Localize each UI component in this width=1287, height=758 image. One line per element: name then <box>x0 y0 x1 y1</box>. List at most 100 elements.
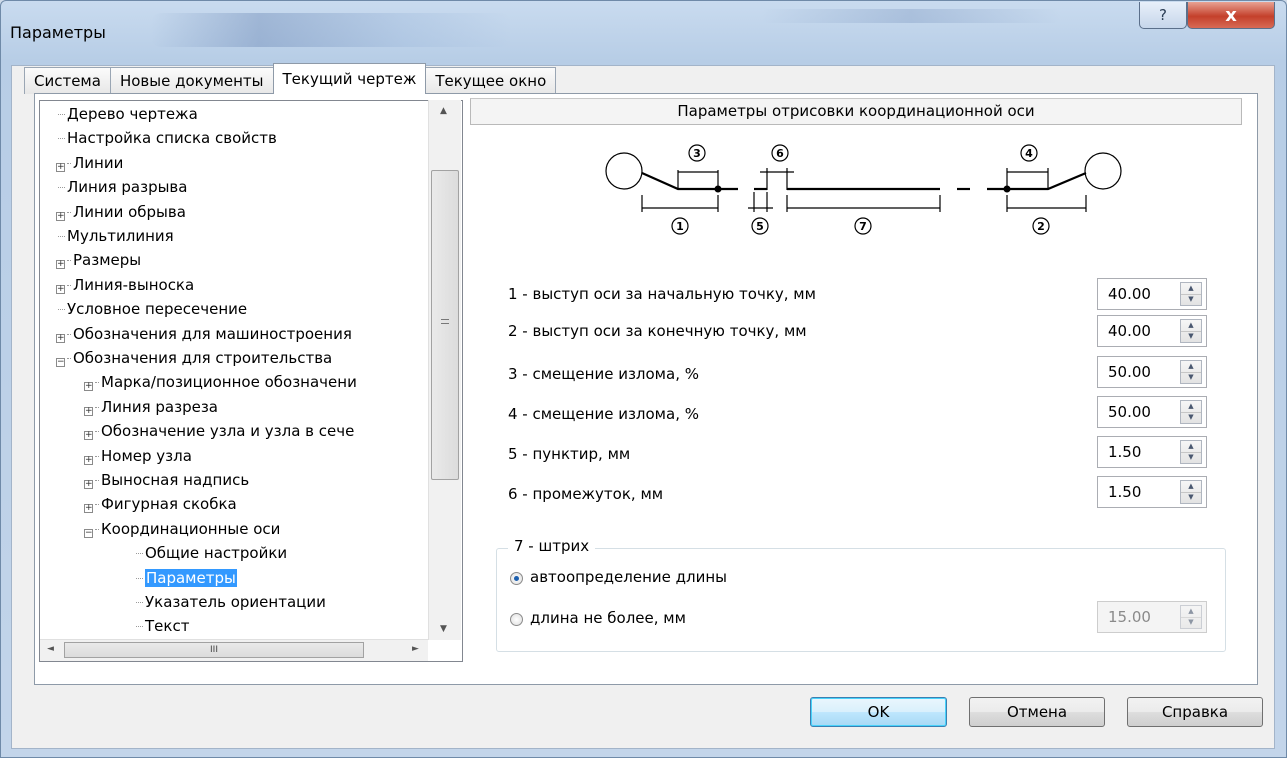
param-spinner-dash[interactable]: 1.50 ▲ ▼ <box>1097 436 1207 468</box>
spin-down-icon[interactable]: ▼ <box>1181 294 1201 305</box>
expand-icon[interactable]: + <box>56 211 65 221</box>
tree-item-label[interactable]: Размеры <box>73 251 141 269</box>
tree-item-label[interactable]: Общие настройки <box>145 544 287 562</box>
help-title-button[interactable]: ? <box>1139 2 1187 29</box>
tree-item-label[interactable]: Обозначения для машиностроения <box>73 325 352 343</box>
tree-item-label[interactable]: Мультилиния <box>67 227 174 245</box>
tree-item[interactable]: − Координационные оси <box>84 517 280 541</box>
radio-max-length-label[interactable]: длина не более, мм <box>530 609 686 627</box>
tree-item[interactable]: − Обозначения для строительства <box>56 346 332 370</box>
tree-item-label[interactable]: Линии обрыва <box>73 203 186 221</box>
expand-icon[interactable]: + <box>56 162 65 172</box>
tree-item-label[interactable]: Марка/позиционное обозначени <box>101 373 357 391</box>
tree-item[interactable]: + Линии обрыва <box>56 200 186 224</box>
param-spinner-gap[interactable]: 1.50 ▲ ▼ <box>1097 476 1207 508</box>
tree-item[interactable]: + Линия-выноска <box>56 273 194 297</box>
expand-icon[interactable]: + <box>84 455 93 465</box>
spin-down-icon[interactable]: ▼ <box>1181 492 1201 503</box>
tab-new-documents[interactable]: Новые документы <box>109 67 274 94</box>
tree-horizontal-scrollbar[interactable]: ◄ III ► <box>40 639 428 661</box>
settings-tree[interactable]: Дерево чертежа Настройка списка свойств + Л… <box>39 100 463 662</box>
tree-item-label[interactable]: Обозначение узла и узла в сече <box>101 422 354 440</box>
param-spinner-start-offset[interactable]: 40.00 ▲ ▼ <box>1097 278 1207 310</box>
tree-item-label[interactable]: Дерево чертежа <box>67 105 198 123</box>
tree-item-label[interactable]: Настройка списка свойств <box>67 129 277 147</box>
tree-item-label[interactable]: Условное пересечение <box>67 300 247 318</box>
expand-icon[interactable]: + <box>84 382 93 392</box>
tree-item[interactable]: Мультилиния <box>58 224 174 248</box>
spin-down-icon[interactable]: ▼ <box>1181 372 1201 383</box>
tab-current-window[interactable]: Текущее окно <box>425 67 557 94</box>
tree-item-label[interactable]: Параметры <box>145 568 237 587</box>
expand-icon[interactable]: + <box>84 504 93 514</box>
cancel-button[interactable]: Отмена <box>969 697 1105 727</box>
expand-icon[interactable]: + <box>84 406 93 416</box>
tree-item[interactable]: + Фигурная скобка <box>84 492 237 516</box>
tree-item-label[interactable]: Текст <box>145 617 189 635</box>
radio-auto-length[interactable] <box>510 572 523 585</box>
tree-vertical-scrollbar[interactable]: ▲ ▼ <box>428 100 461 640</box>
scroll-down-icon[interactable]: ▼ <box>440 624 447 634</box>
param-value[interactable]: 1.50 <box>1108 443 1141 461</box>
tree-item[interactable]: + Размеры <box>56 248 141 272</box>
close-button[interactable]: x <box>1187 2 1275 29</box>
param-value[interactable]: 40.00 <box>1108 285 1151 303</box>
tree-item[interactable]: Параметры <box>136 566 237 590</box>
tree-item-label[interactable]: Выносная надпись <box>101 471 249 489</box>
tree-item-label[interactable]: Указатель ориентации <box>145 593 326 611</box>
param-spinner-break-offset-4[interactable]: 50.00 ▲ ▼ <box>1097 396 1207 428</box>
scroll-right-icon[interactable]: ► <box>412 644 419 654</box>
param-spinner-end-offset[interactable]: 40.00 ▲ ▼ <box>1097 315 1207 347</box>
tree-vertical-scroll-thumb[interactable] <box>431 170 459 480</box>
param-value[interactable]: 1.50 <box>1108 483 1141 501</box>
tree-item-label[interactable]: Номер узла <box>101 447 192 465</box>
max-length-spinner: 15.00 ▲ ▼ <box>1097 601 1207 633</box>
scroll-left-icon[interactable]: ◄ <box>47 644 54 654</box>
collapse-icon[interactable]: − <box>56 358 65 367</box>
tree-item[interactable]: + Обозначения для машиностроения <box>56 322 352 346</box>
expand-icon[interactable]: + <box>84 480 93 489</box>
tree-item-label[interactable]: Линии <box>73 154 123 172</box>
spin-down-icon[interactable]: ▼ <box>1181 331 1201 342</box>
tree-item-label[interactable]: Координационные оси <box>101 520 280 538</box>
tree-item[interactable]: + Выносная надпись <box>84 468 249 492</box>
tree-item[interactable]: Указатель ориентации <box>136 590 326 614</box>
tree-item[interactable]: Настройка списка свойств <box>58 126 277 150</box>
radio-auto-length-label[interactable]: автоопределение длины <box>530 568 727 586</box>
tree-item[interactable]: Линия разрыва <box>58 175 187 199</box>
collapse-icon[interactable]: − <box>84 528 93 538</box>
ok-button[interactable]: OK <box>810 697 947 727</box>
tab-current-drawing[interactable]: Текущий чертеж <box>272 63 427 94</box>
tree-item-label[interactable]: Фигурная скобка <box>101 495 237 513</box>
expand-icon[interactable]: + <box>56 260 65 270</box>
tree-item[interactable]: Дерево чертежа <box>58 102 198 126</box>
tree-item[interactable]: + Номер узла <box>84 444 192 468</box>
tree-item[interactable]: Общие настройки <box>136 541 287 565</box>
tree-item[interactable]: + Обозначение узла и узла в сече <box>84 419 354 443</box>
param-value[interactable]: 50.00 <box>1108 403 1151 421</box>
tree-item-label[interactable]: Обозначения для строительства <box>73 349 332 367</box>
tree-item-label[interactable]: Линия разреза <box>101 398 218 416</box>
tree-connector <box>136 626 143 628</box>
scroll-up-icon[interactable]: ▲ <box>440 106 447 116</box>
param-value[interactable]: 50.00 <box>1108 363 1151 381</box>
expand-icon[interactable]: + <box>84 431 93 441</box>
tab-system[interactable]: Система <box>24 67 111 94</box>
param-spinner-break-offset-3[interactable]: 50.00 ▲ ▼ <box>1097 356 1207 388</box>
expand-icon[interactable]: + <box>56 284 65 294</box>
expand-icon[interactable]: + <box>56 333 65 343</box>
spin-down-icon[interactable]: ▼ <box>1181 412 1201 423</box>
tree-item[interactable]: Условное пересечение <box>58 297 247 321</box>
tree-item[interactable]: + Линия разреза <box>84 395 218 419</box>
spin-down-icon[interactable]: ▼ <box>1181 452 1201 463</box>
diagram-label-4: 4 <box>1025 147 1033 160</box>
tree-item[interactable]: + Марка/позиционное обозначени <box>84 370 357 394</box>
help-button[interactable]: Справка <box>1127 697 1263 727</box>
tree-item[interactable]: Текст <box>136 614 189 638</box>
radio-max-length[interactable] <box>510 613 523 626</box>
tree-item-label[interactable]: Линия-выноска <box>73 276 194 294</box>
tree-item-label[interactable]: Линия разрыва <box>67 178 187 196</box>
tree-horizontal-scroll-thumb[interactable]: III <box>64 642 364 658</box>
tree-item[interactable]: + Линии <box>56 151 123 175</box>
param-value[interactable]: 40.00 <box>1108 322 1151 340</box>
